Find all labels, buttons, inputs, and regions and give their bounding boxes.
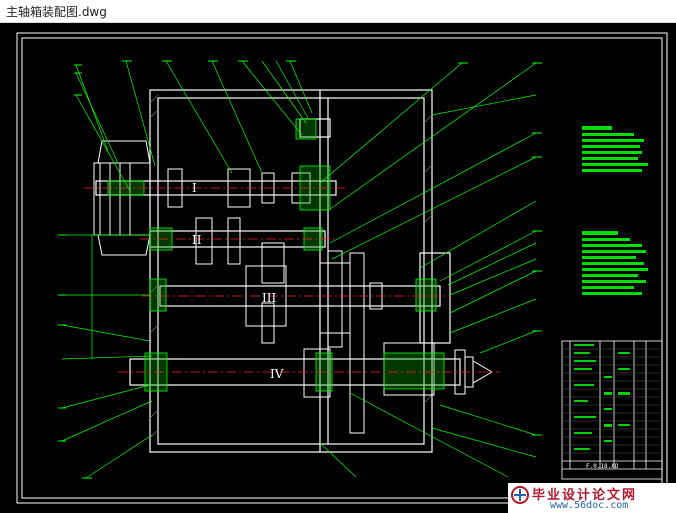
technical-notes-bottom [582, 231, 648, 295]
shaft-label-iv: IV [270, 367, 284, 381]
watermark-url: www.56doc.com [550, 500, 629, 511]
shaft-label-ii: II [192, 233, 202, 247]
assembly-drawing: I II III IV F.0.18.AD [16, 32, 668, 504]
watermark-banner: 毕业设计论文网 www.56doc.com [508, 483, 676, 513]
leader-lines-right [319, 62, 537, 478]
leader-lines-left [61, 60, 313, 479]
window-titlebar: 主轴箱装配图.dwg [0, 0, 676, 23]
technical-notes-top [582, 126, 648, 172]
centerlines [84, 187, 500, 373]
cad-drawing-canvas[interactable]: I II III IV F.0.18.AD [0, 23, 676, 513]
watermark-logo-icon [511, 486, 529, 504]
gearbox-housing [149, 89, 451, 453]
shaft-labels: I II III IV [192, 181, 284, 381]
shaft-label-iii: III [262, 291, 276, 305]
pulley [93, 140, 151, 256]
window-title: 主轴箱装配图.dwg [6, 5, 107, 19]
shaft-label-i: I [192, 181, 197, 195]
title-block-label: F.0.18.AD [586, 463, 619, 470]
